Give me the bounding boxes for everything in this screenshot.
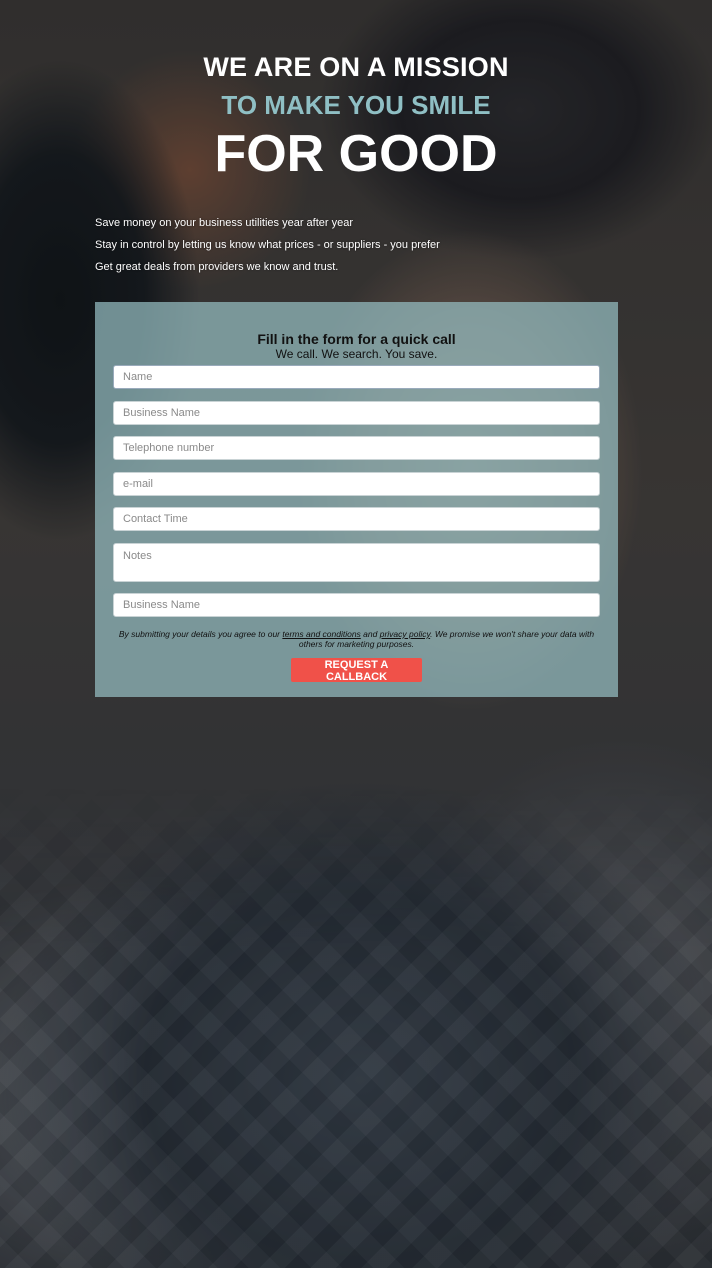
privacy-policy-link[interactable]: privacy policy [380,629,430,639]
consent-disclaimer: By submitting your details you agree to … [113,629,600,649]
name-input[interactable] [113,365,600,389]
email-input[interactable] [113,472,600,496]
headline-line-3: FOR GOOD [214,125,498,183]
benefit-item: Save money on your business utilities ye… [95,217,354,229]
form-title: Fill in the form for a quick call [257,331,456,347]
callback-form: Fill in the form for a quick call We cal… [95,302,618,697]
business-name-input-2[interactable] [113,593,600,617]
benefit-item: Stay in control by letting us know what … [95,239,440,251]
form-subtitle: We call. We search. You save. [275,347,438,361]
contact-time-input[interactable] [113,507,600,531]
business-name-input[interactable] [113,401,600,425]
headline-line-1: WE ARE ON A MISSION [203,52,509,82]
telephone-input[interactable] [113,436,600,460]
notes-textarea[interactable] [113,543,600,582]
headline-line-2: TO MAKE YOU SMILE [221,90,491,120]
terms-link[interactable]: terms and conditions [282,629,360,639]
page-content: WE ARE ON A MISSION TO MAKE YOU SMILE FO… [0,0,712,278]
request-callback-button[interactable]: REQUEST A CALLBACK [291,658,422,683]
benefit-item: Get great deals from providers we know a… [95,261,339,273]
benefits-list: Save money on your business utilities ye… [95,212,712,278]
disclaimer-text-and: and [360,629,380,639]
hero-headline: WE ARE ON A MISSION TO MAKE YOU SMILE FO… [0,52,712,182]
disclaimer-text-before: By submitting your details you agree to … [118,629,283,639]
